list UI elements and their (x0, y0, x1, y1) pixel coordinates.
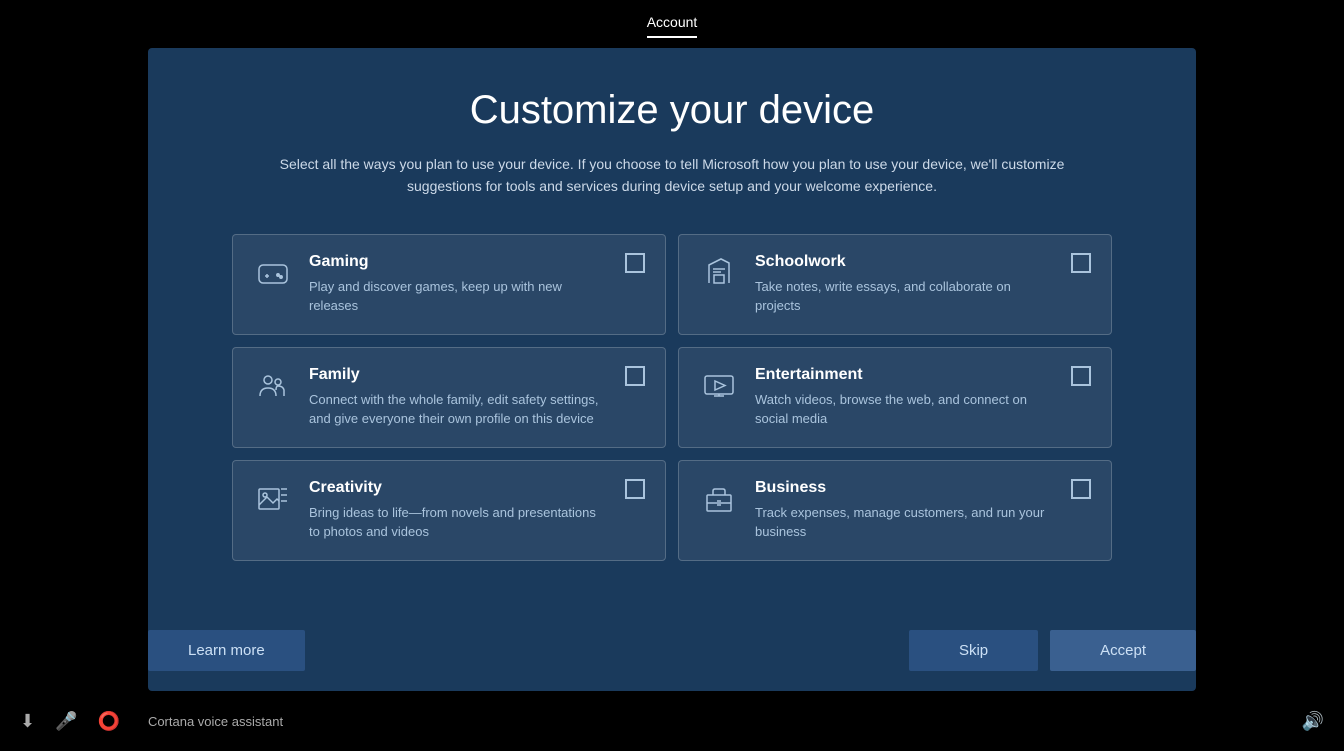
taskbar-right-icons: 🔊 (1302, 711, 1324, 732)
nav-item-account[interactable]: Account (647, 14, 698, 34)
option-card-family[interactable]: Family Connect with the whole family, ed… (232, 347, 666, 448)
option-card-schoolwork[interactable]: Schoolwork Take notes, write essays, and… (678, 234, 1112, 335)
page-subtitle: Select all the ways you plan to use your… (252, 153, 1092, 198)
schoolwork-desc: Take notes, write essays, and collaborat… (755, 277, 1055, 316)
btn-group: Skip Accept (909, 630, 1196, 671)
creativity-text: Creativity Bring ideas to life—from nove… (309, 479, 609, 542)
family-icon (253, 366, 293, 406)
microphone-icon[interactable]: 🎤 (55, 711, 77, 732)
family-text: Family Connect with the whole family, ed… (309, 366, 609, 429)
skip-button[interactable]: Skip (909, 630, 1038, 671)
gaming-checkbox[interactable] (625, 253, 645, 273)
entertainment-title: Entertainment (755, 366, 1055, 384)
gaming-icon (253, 253, 293, 293)
family-checkbox[interactable] (625, 366, 645, 386)
schoolwork-text: Schoolwork Take notes, write essays, and… (755, 253, 1055, 316)
gaming-desc: Play and discover games, keep up with ne… (309, 277, 609, 316)
gaming-title: Gaming (309, 253, 609, 271)
download-icon[interactable]: ⬇ (20, 711, 35, 732)
option-card-creativity[interactable]: Creativity Bring ideas to life—from nove… (232, 460, 666, 561)
cortana-icon[interactable]: ⭕ (98, 711, 120, 732)
top-nav: Account (647, 14, 698, 34)
taskbar-left-icons: ⬇ 🎤 ⭕ Cortana voice assistant (20, 711, 283, 732)
family-desc: Connect with the whole family, edit safe… (309, 390, 609, 429)
option-card-business[interactable]: Business Track expenses, manage customer… (678, 460, 1112, 561)
family-title: Family (309, 366, 609, 384)
business-text: Business Track expenses, manage customer… (755, 479, 1055, 542)
cortana-label: Cortana voice assistant (148, 714, 283, 729)
option-card-entertainment[interactable]: Entertainment Watch videos, browse the w… (678, 347, 1112, 448)
accept-button[interactable]: Accept (1050, 630, 1196, 671)
business-checkbox[interactable] (1071, 479, 1091, 499)
business-desc: Track expenses, manage customers, and ru… (755, 503, 1055, 542)
learn-more-button[interactable]: Learn more (148, 630, 305, 671)
page-title: Customize your device (470, 88, 875, 133)
entertainment-desc: Watch videos, browse the web, and connec… (755, 390, 1055, 429)
business-title: Business (755, 479, 1055, 497)
main-content: Customize your device Select all the way… (148, 48, 1196, 691)
creativity-desc: Bring ideas to life—from novels and pres… (309, 503, 609, 542)
options-grid: Gaming Play and discover games, keep up … (232, 234, 1112, 561)
schoolwork-title: Schoolwork (755, 253, 1055, 271)
action-buttons: Learn more Skip Accept (148, 630, 1196, 671)
creativity-icon (253, 479, 293, 519)
entertainment-icon (699, 366, 739, 406)
schoolwork-icon (699, 253, 739, 293)
creativity-title: Creativity (309, 479, 609, 497)
volume-icon[interactable]: 🔊 (1302, 711, 1324, 731)
entertainment-text: Entertainment Watch videos, browse the w… (755, 366, 1055, 429)
creativity-checkbox[interactable] (625, 479, 645, 499)
schoolwork-checkbox[interactable] (1071, 253, 1091, 273)
gaming-text: Gaming Play and discover games, keep up … (309, 253, 609, 316)
top-bar: Account (0, 0, 1344, 48)
business-icon (699, 479, 739, 519)
entertainment-checkbox[interactable] (1071, 366, 1091, 386)
option-card-gaming[interactable]: Gaming Play and discover games, keep up … (232, 234, 666, 335)
taskbar: ⬇ 🎤 ⭕ Cortana voice assistant 🔊 (0, 691, 1344, 751)
